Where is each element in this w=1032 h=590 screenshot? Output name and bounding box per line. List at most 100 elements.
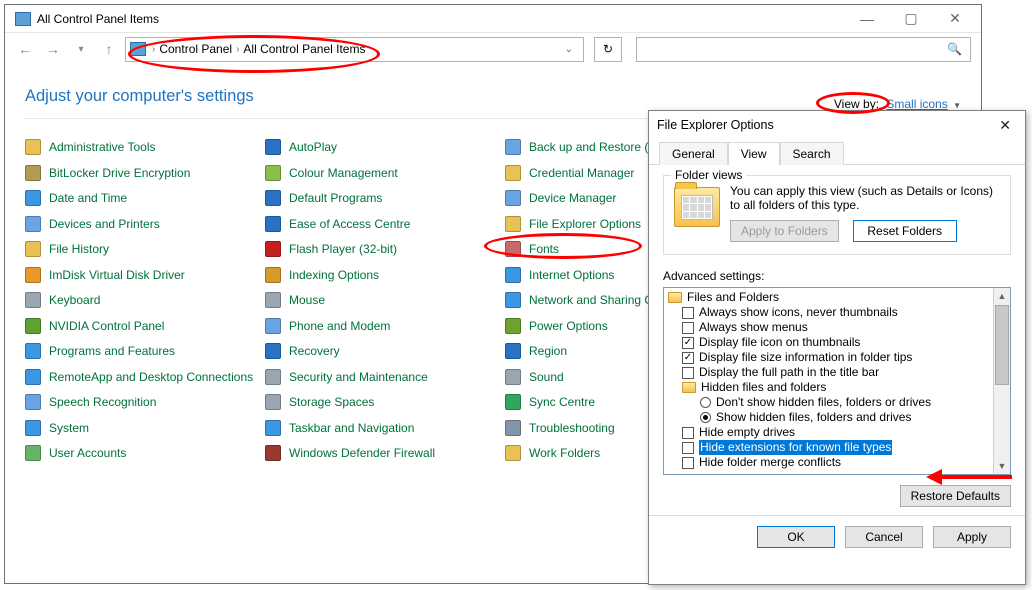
cpl-label[interactable]: Mouse [289, 293, 325, 307]
cpl-label[interactable]: System [49, 421, 89, 435]
cpl-label[interactable]: BitLocker Drive Encryption [49, 166, 190, 180]
cpl-item[interactable]: Security and Maintenance [265, 369, 505, 385]
checkbox[interactable] [682, 352, 694, 364]
address-dropdown-icon[interactable]: ⌄ [555, 44, 583, 55]
cpl-item[interactable]: Indexing Options [265, 267, 505, 283]
cpl-label[interactable]: Programs and Features [49, 344, 175, 358]
scroll-down-icon[interactable]: ▼ [994, 458, 1010, 474]
refresh-button[interactable]: ↻ [594, 37, 622, 62]
scroll-up-icon[interactable]: ▲ [994, 288, 1010, 304]
cpl-item[interactable]: Default Programs [265, 190, 505, 206]
checkbox[interactable] [682, 337, 694, 349]
cpl-item[interactable]: File History [25, 241, 265, 257]
cpl-label[interactable]: Sync Centre [529, 395, 595, 409]
dialog-close-button[interactable]: ✕ [993, 117, 1017, 134]
tree-node[interactable]: Hide folder merge conflicts [682, 455, 991, 470]
cpl-item[interactable]: Windows Defender Firewall [265, 445, 505, 461]
search-input[interactable]: 🔍 [636, 37, 971, 62]
cpl-item[interactable]: Recovery [265, 343, 505, 359]
tree-node[interactable]: Always show menus [682, 320, 991, 335]
cpl-item[interactable]: Devices and Printers [25, 216, 265, 232]
cpl-label[interactable]: Devices and Printers [49, 217, 160, 231]
cpl-label[interactable]: Security and Maintenance [289, 370, 428, 384]
back-button[interactable]: ← [13, 37, 37, 61]
radio[interactable] [700, 397, 711, 408]
cpl-item[interactable]: BitLocker Drive Encryption [25, 165, 265, 181]
cpl-item[interactable]: Mouse [265, 292, 505, 308]
checkbox[interactable] [682, 307, 694, 319]
scroll-thumb[interactable] [995, 305, 1009, 385]
cpl-item[interactable]: Taskbar and Navigation [265, 420, 505, 436]
tree-node[interactable]: Show hidden files, folders and drives [700, 410, 991, 425]
cpl-label[interactable]: Device Manager [529, 191, 616, 205]
cpl-label[interactable]: Internet Options [529, 268, 614, 282]
tree-node[interactable]: Files and Folders [668, 290, 991, 305]
tree-node[interactable]: Display file icon on thumbnails [682, 335, 991, 350]
cpl-label[interactable]: Keyboard [49, 293, 100, 307]
cpl-label[interactable]: Power Options [529, 319, 608, 333]
folder-icon[interactable] [682, 382, 696, 393]
cpl-item[interactable]: NVIDIA Control Panel [25, 318, 265, 334]
tab-search[interactable]: Search [780, 142, 844, 165]
cpl-label[interactable]: Recovery [289, 344, 340, 358]
cpl-item[interactable]: Colour Management [265, 165, 505, 181]
cpl-label[interactable]: Windows Defender Firewall [289, 446, 435, 460]
cpl-item[interactable]: Phone and Modem [265, 318, 505, 334]
cpl-item[interactable]: Ease of Access Centre [265, 216, 505, 232]
cpl-label[interactable]: Taskbar and Navigation [289, 421, 414, 435]
chevron-down-icon[interactable]: ▼ [953, 101, 961, 110]
checkbox[interactable] [682, 367, 694, 379]
cpl-item[interactable]: Keyboard [25, 292, 265, 308]
cpl-label[interactable]: File History [49, 242, 109, 256]
cpl-item[interactable]: ImDisk Virtual Disk Driver [25, 267, 265, 283]
close-button[interactable]: ✕ [933, 8, 977, 30]
cpl-label[interactable]: Date and Time [49, 191, 127, 205]
cpl-item[interactable]: AutoPlay [265, 139, 505, 155]
radio[interactable] [700, 412, 711, 423]
checkbox[interactable] [682, 322, 694, 334]
minimize-button[interactable]: — [845, 8, 889, 30]
tree-node[interactable]: Display the full path in the title bar [682, 365, 991, 380]
cpl-label[interactable]: Indexing Options [289, 268, 379, 282]
checkbox[interactable] [682, 442, 694, 454]
apply-button[interactable]: Apply [933, 526, 1011, 548]
cpl-label[interactable]: ImDisk Virtual Disk Driver [49, 268, 185, 282]
cpl-item[interactable]: Storage Spaces [265, 394, 505, 410]
cpl-label[interactable]: AutoPlay [289, 140, 337, 154]
cpl-label[interactable]: Flash Player (32-bit) [289, 242, 397, 256]
maximize-button[interactable]: ▢ [889, 8, 933, 30]
cpl-item[interactable]: Date and Time [25, 190, 265, 206]
checkbox[interactable] [682, 427, 694, 439]
folder-icon[interactable] [668, 292, 682, 303]
tree-node[interactable]: Hide extensions for known file types [682, 440, 991, 455]
cpl-label[interactable]: Administrative Tools [49, 140, 156, 154]
cpl-label[interactable]: Phone and Modem [289, 319, 390, 333]
cpl-label[interactable]: User Accounts [49, 446, 126, 460]
tree-scrollbar[interactable]: ▲ ▼ [993, 288, 1010, 474]
recent-button[interactable]: ▾ [69, 37, 93, 61]
tree-node[interactable]: Hidden files and folders [682, 380, 991, 395]
tree-node[interactable]: Always show icons, never thumbnails [682, 305, 991, 320]
cpl-item[interactable]: User Accounts [25, 445, 265, 461]
cpl-label[interactable]: Colour Management [289, 166, 398, 180]
apply-to-folders-button[interactable]: Apply to Folders [730, 220, 839, 242]
cpl-label[interactable]: Fonts [529, 242, 559, 256]
cpl-item[interactable]: RemoteApp and Desktop Connections [25, 369, 265, 385]
tab-general[interactable]: General [659, 142, 728, 165]
cpl-label[interactable]: Storage Spaces [289, 395, 374, 409]
checkbox[interactable] [682, 457, 694, 469]
up-button[interactable]: ↑ [97, 37, 121, 61]
cpl-label[interactable]: RemoteApp and Desktop Connections [49, 370, 253, 384]
cpl-label[interactable]: Ease of Access Centre [289, 217, 410, 231]
cpl-label[interactable]: Default Programs [289, 191, 382, 205]
tree-node[interactable]: Don't show hidden files, folders or driv… [700, 395, 991, 410]
reset-folders-button[interactable]: Reset Folders [853, 220, 957, 242]
restore-defaults-button[interactable]: Restore Defaults [900, 485, 1011, 507]
cpl-label[interactable]: Troubleshooting [529, 421, 615, 435]
forward-button[interactable]: → [41, 37, 65, 61]
cpl-label[interactable]: NVIDIA Control Panel [49, 319, 164, 333]
breadcrumb-1[interactable]: All Control Panel Items [241, 42, 367, 56]
cpl-label[interactable]: Sound [529, 370, 564, 384]
cpl-label[interactable]: Region [529, 344, 567, 358]
ok-button[interactable]: OK [757, 526, 835, 548]
